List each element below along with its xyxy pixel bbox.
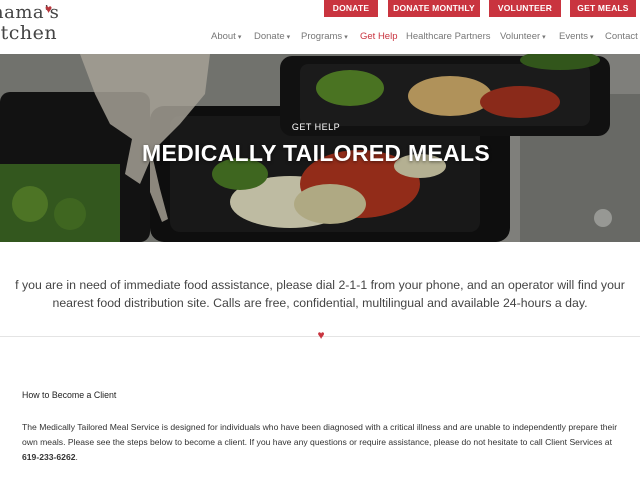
nav-label: Contact [605, 31, 638, 42]
nav-item-get-help[interactable]: Get Help [360, 31, 398, 42]
nav-item-contact[interactable]: Contact [605, 31, 638, 42]
nav-label: Healthcare Partners [406, 31, 491, 42]
page-title: MEDICALLY TAILORED MEALS [142, 140, 490, 166]
hero-eyebrow: GET HELP [291, 122, 341, 132]
hero-banner: GET HELP MEDICALLY TAILORED MEALS [0, 54, 640, 242]
get-meals-button[interactable]: GET MEALS [570, 0, 636, 17]
site-header: nama's ♥ itchen DONATE DONATE MONTHLY VO… [0, 0, 640, 54]
intro-line: f you are in need of immediate food assi… [15, 278, 625, 292]
chevron-down-icon: ▾ [237, 34, 242, 41]
nav-label: Volunteer [500, 31, 541, 42]
nav-item-healthcare-partners[interactable]: Healthcare Partners [406, 31, 490, 42]
nav-label: About [211, 31, 236, 42]
nav-label: Programs [301, 31, 343, 42]
nav-item-programs[interactable]: Programs ▾ [301, 31, 348, 42]
nav-label: Get Help [360, 31, 398, 42]
chevron-down-icon: ▾ [542, 34, 546, 41]
nav-label: Donate [254, 31, 285, 42]
heart-icon: ♥ [317, 328, 325, 342]
section-heading: How to Become a Client [22, 390, 117, 400]
intro-paragraph: f you are in need of immediate food assi… [0, 276, 640, 312]
intro-line: nearest food distribution site. Calls ar… [52, 296, 588, 310]
chevron-down-icon: ▾ [344, 34, 348, 41]
nav-item-donate[interactable]: Donate ▾ [254, 31, 290, 42]
body-text-end: . [75, 452, 78, 462]
nav-item-volunteer[interactable]: Volunteer ▾ [500, 31, 546, 42]
chevron-down-icon: ▾ [590, 34, 594, 41]
section-body: The Medically Tailored Meal Service is d… [22, 420, 622, 465]
heart-icon: ♥ [45, 2, 53, 16]
logo-text-line2: itchen [0, 22, 58, 44]
phone-number-link[interactable]: 619-233-6262 [22, 452, 76, 462]
site-logo[interactable]: nama's ♥ itchen [0, 2, 72, 46]
body-text: The Medically Tailored Meal Service is d… [22, 422, 618, 447]
chevron-down-icon: ▾ [286, 34, 291, 41]
donate-button[interactable]: DONATE [324, 0, 378, 17]
volunteer-button[interactable]: VOLUNTEER [489, 0, 561, 17]
nav-item-events[interactable]: Events ▾ [559, 31, 594, 42]
nav-label: Events [559, 31, 589, 42]
donate-monthly-button[interactable]: DONATE MONTHLY [388, 0, 480, 17]
nav-item-about[interactable]: About ▾ [211, 31, 241, 42]
